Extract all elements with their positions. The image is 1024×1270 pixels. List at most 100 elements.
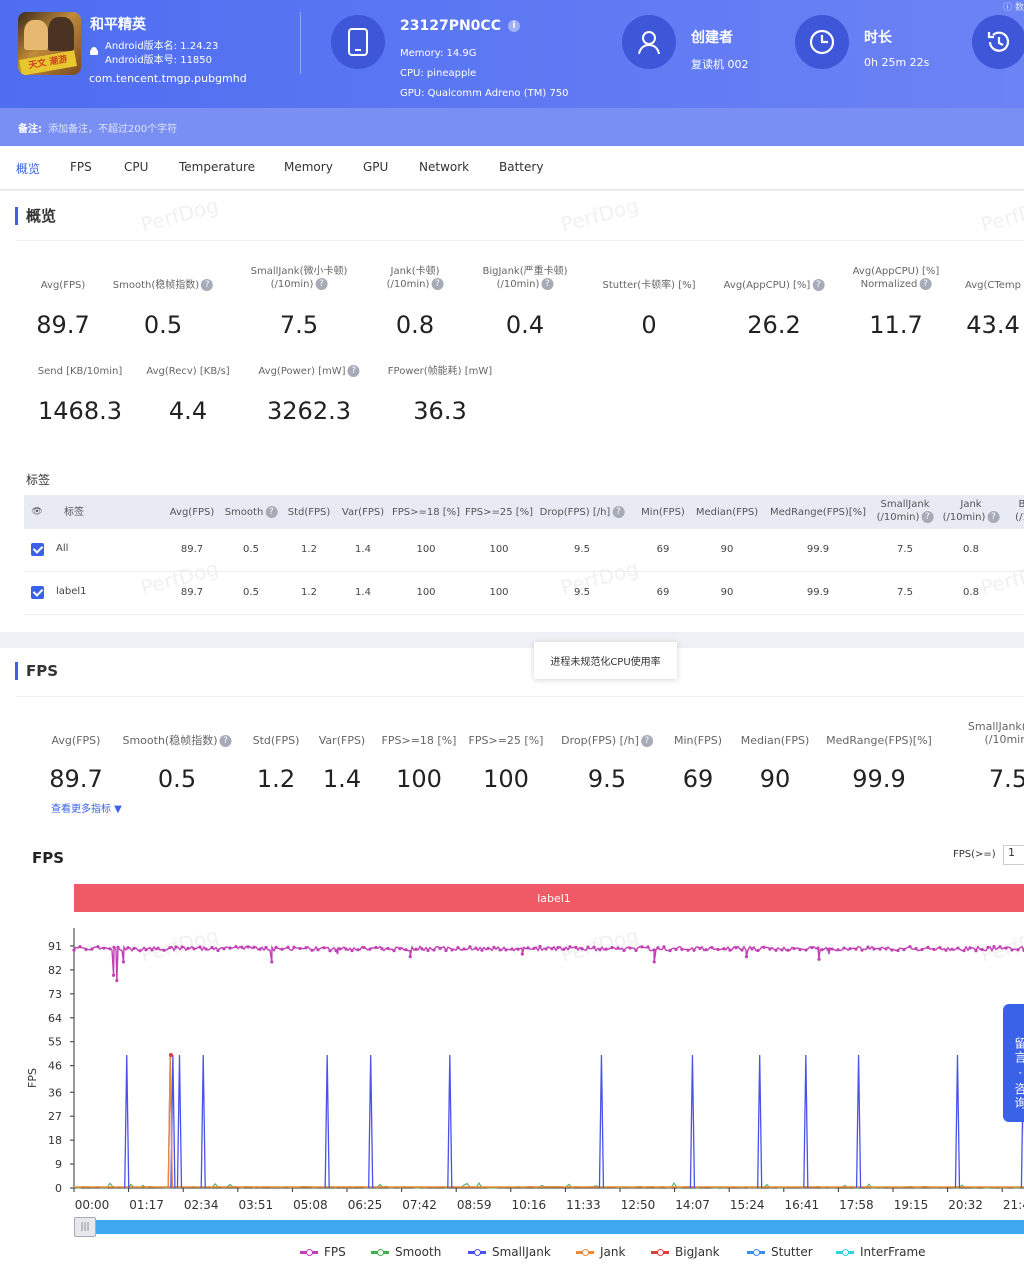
tab-gpu[interactable]: GPU (363, 160, 388, 174)
series-fps-point (908, 945, 911, 948)
series-fps-point (264, 946, 267, 949)
legend-item[interactable]: Smooth (371, 1245, 441, 1259)
legend-swatch (300, 1251, 318, 1254)
help-icon[interactable]: ? (220, 735, 232, 747)
series-fps-point (198, 945, 201, 948)
x-tick-label: 02:34 (184, 1198, 219, 1212)
creator-label: 创建者 (691, 27, 733, 47)
tab-overview[interactable]: 概览 (16, 160, 40, 177)
label-bar[interactable]: label1 (74, 884, 1024, 912)
legend-marker (582, 1249, 589, 1256)
fps-chart[interactable]: 0 9 18 27 36 46 55 64 73 82 91 FPS 00:00 01:17 02:34 03… (0, 918, 1024, 1218)
series-fps-point (438, 947, 441, 950)
tag-table-header: 👁 标签 Avg(FPS) Smooth? Std(FPS) Var(FPS) FPS>=1… (24, 495, 1024, 529)
series-fps-point (338, 947, 341, 950)
table-header-cell: FPS>=25 [%] (465, 506, 533, 519)
metric-label-text: SmallJank(微小卡顿) (251, 266, 348, 277)
legend-item[interactable]: SmallJank (468, 1245, 551, 1259)
metric-label-text: Avg(FPS) (41, 280, 85, 291)
metric-label: Smooth(稳帧指数)? (113, 279, 213, 292)
help-icon[interactable]: ? (987, 511, 999, 523)
legend-item[interactable]: BigJank (651, 1245, 720, 1259)
tab-temperature[interactable]: Temperature (179, 160, 255, 174)
series-fps-point (304, 946, 307, 949)
row-checkbox[interactable] (31, 543, 44, 556)
series-fps-point (890, 948, 893, 951)
table-row[interactable]: All 89.7 0.5 1.2 1.4 100 100 9.5 69 90 99.9 7.5 0.8 (24, 529, 1024, 572)
header-subtext: (/1 (1015, 512, 1024, 523)
help-icon[interactable]: ? (921, 511, 933, 523)
help-icon[interactable]: ? (315, 278, 327, 290)
eye-icon[interactable]: 👁 (31, 506, 42, 519)
help-icon[interactable]: ? (265, 506, 277, 518)
label-bar-text: label1 (537, 892, 571, 905)
help-icon[interactable]: ? (919, 278, 931, 290)
series-fps-point (362, 946, 365, 949)
fps-section-title: FPS (15, 662, 58, 680)
series-fps-point (216, 949, 219, 952)
tab-cpu[interactable]: CPU (124, 160, 148, 174)
metric-value: 1.4 (323, 765, 361, 793)
note-bar: 备注: 添加备注，不超过200个字符 (0, 108, 1024, 146)
help-icon[interactable]: ? (431, 278, 443, 290)
help-icon[interactable]: ? (641, 735, 653, 747)
series-fps-point (344, 947, 347, 950)
metric-value: 0.4 (506, 311, 544, 339)
series-fps-point (398, 947, 401, 950)
history-icon[interactable] (972, 15, 1024, 69)
table-cell: 7.5 (897, 587, 913, 598)
legend-item[interactable]: InterFrame (836, 1245, 926, 1259)
legend-item[interactable]: FPS (300, 1245, 346, 1259)
metric-label: Stutter(卡顿率) [%] (603, 279, 696, 292)
help-icon[interactable]: ? (541, 278, 553, 290)
tab-fps[interactable]: FPS (70, 160, 92, 174)
series-fps-point (1016, 948, 1019, 951)
device-info-icon[interactable]: i (508, 20, 520, 32)
metric-label: Avg(Power) [mW]? (258, 365, 359, 378)
slider-handle[interactable]: ||| (74, 1217, 96, 1237)
metric-label-text: FPower(帧能耗) [mW] (388, 366, 492, 377)
help-icon[interactable]: ? (348, 365, 360, 377)
tab-network[interactable]: Network (419, 160, 469, 174)
note-input[interactable]: 添加备注，不超过200个字符 (48, 120, 177, 135)
legend-item[interactable]: Jank (576, 1245, 625, 1259)
series-fps-point (716, 948, 719, 951)
fps-section: PerfDog PerfDog PerfDog FPS 查看更多指标 ▼ FPS… (0, 648, 1024, 1270)
more-metrics-link[interactable]: 查看更多指标 ▼ (51, 800, 122, 815)
help-icon[interactable]: ? (612, 506, 624, 518)
help-icon[interactable]: ? (812, 279, 824, 291)
row-checkbox[interactable] (31, 586, 44, 599)
table-header-cell: Jank (/10min)? (943, 498, 1000, 524)
tab-memory[interactable]: Memory (284, 160, 333, 174)
table-row[interactable]: label1 89.7 0.5 1.2 1.4 100 100 9.5 69 90 99.9 7.5 0… (24, 572, 1024, 615)
tab-battery[interactable]: Battery (499, 160, 543, 174)
series-fps-point (521, 952, 524, 955)
metric-label-text: BigJank(严重卡顿) (483, 266, 568, 277)
series-fps-point (872, 947, 875, 950)
help-icon[interactable]: ? (201, 279, 213, 291)
table-cell: 9.5 (574, 544, 590, 555)
legend-marker (842, 1249, 849, 1256)
fps-threshold-input[interactable]: 1 (1003, 845, 1024, 865)
feedback-button[interactable]: 留言 · 咨询 (1003, 1004, 1024, 1122)
table-cell: 89.7 (181, 587, 203, 598)
series-fps-point (526, 946, 529, 949)
series-fps-point (532, 947, 535, 950)
legend-label: InterFrame (860, 1245, 926, 1259)
header-subtext: (/10min) (943, 512, 986, 523)
series-fps-point (234, 945, 237, 948)
legend-label: Jank (600, 1245, 625, 1259)
series-fps-point (950, 948, 953, 951)
legend-marker (474, 1249, 481, 1256)
series-fps-point (920, 948, 923, 951)
metric-label: Smooth(稳帧指数)? (122, 734, 231, 747)
divider (16, 240, 1024, 241)
series-fps-point (722, 947, 725, 950)
table-cell: 69 (657, 544, 670, 555)
legend-item[interactable]: Stutter (747, 1245, 813, 1259)
series-fps-point (292, 946, 295, 949)
clock-icon (795, 15, 849, 69)
table-cell: 9.5 (574, 587, 590, 598)
time-range-slider[interactable] (74, 1220, 1024, 1234)
series-fps-point (826, 948, 829, 951)
